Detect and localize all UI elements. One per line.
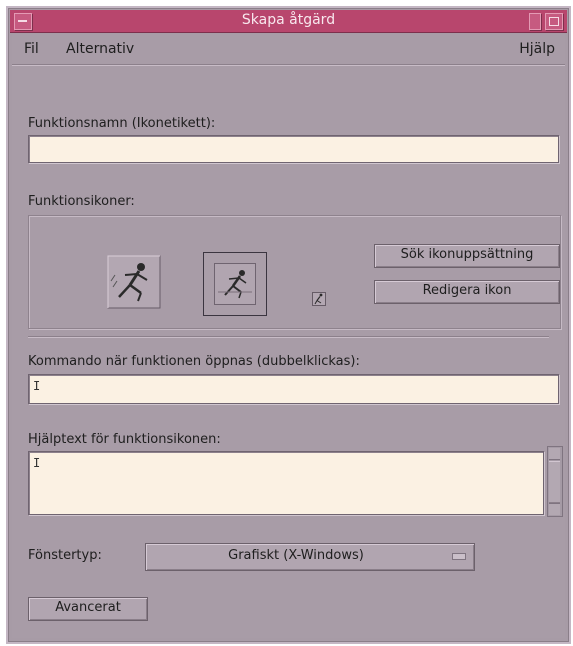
action-name-field[interactable] [28, 135, 559, 163]
help-text-area[interactable]: I [28, 451, 544, 515]
scroll-thumb[interactable] [549, 461, 560, 503]
advanced-button[interactable]: Avancerat [28, 597, 148, 621]
window-type-option-menu[interactable]: Grafiskt (X-Windows) [145, 543, 475, 571]
main-panel: Fil Alternativ Hjälp Funktionsnamn (Ikon… [12, 34, 565, 638]
title-bar[interactable]: Skapa åtgärd [10, 10, 567, 33]
minimize-button[interactable] [529, 13, 541, 30]
menu-file[interactable]: Fil [24, 41, 39, 57]
help-text-label: Hjälptext för funktionsikonen: [28, 432, 221, 447]
command-field[interactable]: I [28, 374, 559, 404]
menu-help[interactable]: Hjälp [519, 41, 555, 57]
window-type-label: Fönstertyp: [28, 548, 102, 563]
medium-runner-icon[interactable] [203, 252, 267, 316]
maximize-button[interactable] [545, 13, 563, 30]
small-runner-icon[interactable] [312, 292, 326, 306]
menu-options[interactable]: Alternativ [66, 41, 134, 57]
action-name-label: Funktionsnamn (Ikonetikett): [28, 116, 216, 131]
command-label: Kommando när funktionen öppnas (dubbelkl… [28, 354, 360, 369]
action-icons-label: Funktionsikoner: [28, 194, 135, 209]
separator [28, 336, 549, 338]
find-icon-set-button[interactable]: Sök ikonuppsättning [374, 244, 560, 268]
window-type-value: Grafiskt (X-Windows) [228, 548, 364, 563]
help-text-scrollbar[interactable] [547, 446, 563, 517]
create-action-window: Skapa åtgärd Fil Alternativ Hjälp Funkti… [6, 6, 571, 644]
edit-icon-button[interactable]: Redigera ikon [374, 280, 560, 304]
scroll-up-arrow-icon[interactable] [549, 448, 560, 460]
scroll-down-arrow-icon[interactable] [549, 503, 560, 515]
window-title: Skapa åtgärd [241, 12, 336, 28]
menu-bar: Fil Alternativ Hjälp [12, 34, 565, 65]
option-menu-indicator-icon [452, 553, 466, 560]
text-cursor: I [33, 456, 41, 470]
text-cursor: I [33, 379, 41, 393]
large-runner-icon[interactable] [107, 255, 161, 309]
